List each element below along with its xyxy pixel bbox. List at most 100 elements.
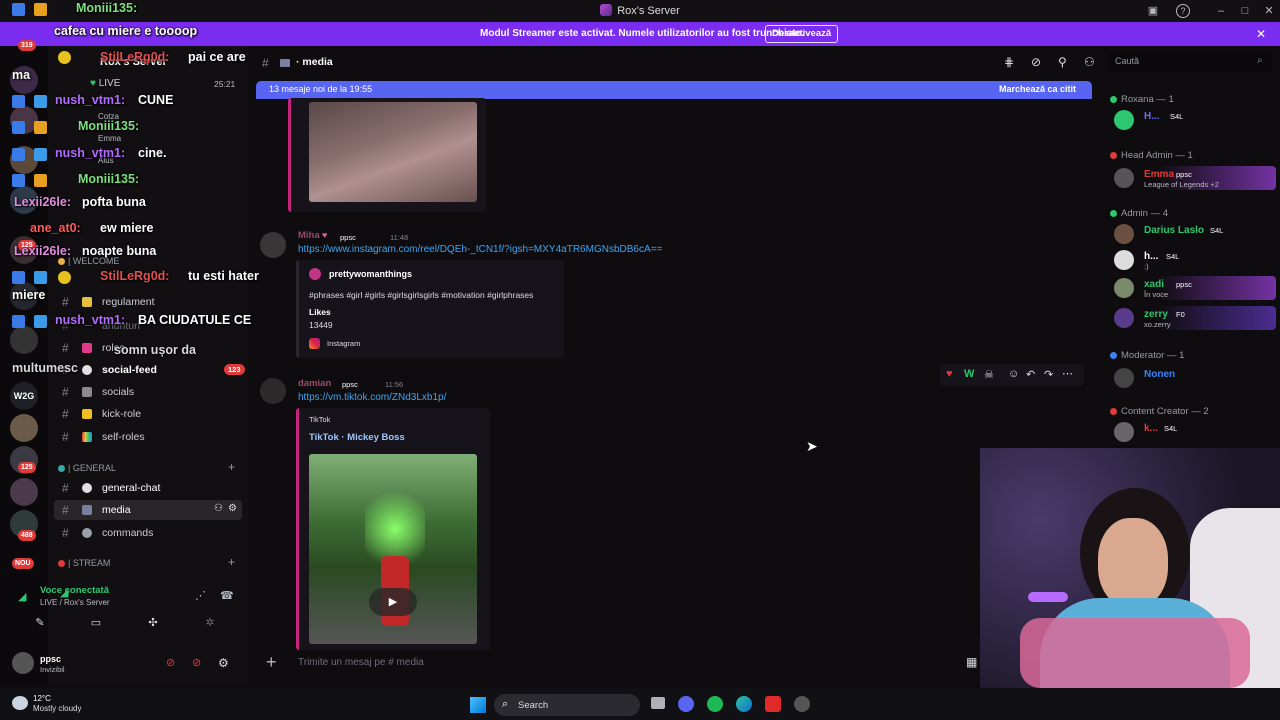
invite-icon[interactable]: ⚇ (214, 503, 223, 514)
skull-reaction-icon[interactable]: ☠ (984, 368, 994, 381)
members-icon[interactable]: ⚇ (1084, 55, 1095, 69)
composer-placeholder[interactable]: Trimite un mesaj pe # media (298, 657, 424, 668)
voice-channel-live[interactable]: ♥ LIVE (90, 78, 120, 89)
add-channel-icon[interactable]: + (228, 460, 235, 474)
hash-icon: # (62, 407, 69, 421)
disconnect-icon[interactable]: ☎ (220, 589, 234, 602)
channel-header: # · media ⋕ ⊘ ⚲ ⚇ (248, 46, 1100, 78)
member-item[interactable]: H... S4L (1106, 108, 1276, 132)
message-composer[interactable]: + Trimite un mesaj pe # media ▦ (258, 650, 990, 676)
channel-regulament[interactable]: # regulament (54, 292, 242, 312)
new-messages-bar[interactable]: 13 mesaje noi de la 19:55 Marchează ca c… (256, 81, 1092, 99)
weather-desc[interactable]: Mostly cloudy (33, 704, 81, 713)
member-tag: S4L (1164, 424, 1178, 433)
app-icon-red[interactable] (765, 696, 781, 712)
obs-icon[interactable] (794, 696, 810, 712)
member-item[interactable]: Emma ppsc League of Legends +2 (1106, 166, 1276, 190)
maximize-icon[interactable]: □ (1238, 4, 1252, 18)
pin-icon[interactable]: ⚲ (1058, 55, 1067, 69)
spotify-icon[interactable] (707, 696, 723, 712)
message-author[interactable]: Miha (298, 230, 320, 241)
start-icon[interactable] (470, 697, 486, 713)
more-icon[interactable]: ⋯ (1062, 367, 1073, 380)
close-window-icon[interactable]: ✕ (1262, 4, 1276, 18)
embed-title[interactable]: TikTok · Mickey Boss (309, 432, 405, 443)
channel-socials[interactable]: # socials (54, 382, 242, 402)
add-reaction-icon[interactable]: ☺ (1008, 368, 1019, 380)
taskbar-search[interactable]: ⌕ Search (494, 694, 640, 716)
user-settings-icon[interactable]: ⚙ (218, 656, 229, 670)
search-input[interactable]: Caută ⌕ (1110, 53, 1272, 71)
gift-icon[interactable]: ▦ (966, 655, 977, 669)
channel-kick-role[interactable]: # kick-role (54, 404, 242, 424)
member-item[interactable]: Darius Laslo S4L (1106, 222, 1276, 246)
disable-streamer-button[interactable]: Dezactivează (765, 25, 839, 43)
add-channel-icon[interactable]: + (228, 555, 235, 569)
server-icon-w2g[interactable]: W2G (10, 382, 38, 410)
channel-social-feed[interactable]: # social-feed 123 (54, 360, 245, 380)
server-icon-8[interactable] (10, 414, 38, 442)
member-group-title: Roxana — 1 (1121, 94, 1174, 105)
channel-general-chat[interactable]: # general-chat (54, 478, 242, 498)
screen-share-icon[interactable]: ▭ (86, 616, 106, 634)
video-thumbnail[interactable]: ▶ (309, 454, 477, 644)
channel-settings-icon[interactable]: ⚙ (228, 503, 237, 514)
crown-badge-icon (34, 3, 47, 16)
webcam-face (1098, 518, 1168, 608)
message-author[interactable]: damian (298, 378, 331, 389)
soundboard-icon[interactable]: ✲ (200, 616, 220, 634)
channel-commands[interactable]: # commands (54, 523, 242, 543)
channel-media[interactable]: # media ⚇ ⚙ (54, 500, 242, 520)
category-stream[interactable]: | STREAM (58, 558, 110, 568)
mute-icon[interactable]: ⊘ (166, 656, 175, 669)
member-item[interactable]: Nonen (1106, 366, 1276, 390)
message-link[interactable]: https://www.instagram.com/reel/DQEh-_tCN… (298, 244, 662, 255)
message-avatar[interactable] (260, 232, 286, 258)
server-icon-10[interactable] (10, 478, 38, 506)
w-reaction-icon[interactable]: W (964, 368, 974, 380)
help-icon[interactable]: ? (1176, 4, 1190, 18)
mark-read-button[interactable]: Marchează ca citit (999, 84, 1076, 94)
camera-off-icon[interactable]: ✎ (30, 616, 50, 634)
play-icon[interactable]: ▶ (369, 588, 417, 616)
category-general[interactable]: | GENERAL (58, 463, 116, 473)
edge-icon[interactable] (736, 696, 752, 712)
member-tag: ppsc (1176, 170, 1192, 179)
minimize-icon[interactable]: – (1214, 4, 1228, 18)
voice-signal-icon: ◢ (18, 591, 27, 603)
threads-icon[interactable]: ⋕ (1004, 55, 1014, 69)
voice-user-2[interactable]: Emma (98, 134, 121, 143)
member-item[interactable]: h... S4L:) (1106, 248, 1276, 272)
notifications-off-icon[interactable]: ⊘ (1031, 55, 1041, 69)
heart-reaction-icon[interactable]: ♥ (946, 368, 953, 380)
member-item[interactable]: zerry F0 xo.zerry (1106, 306, 1276, 330)
voice-status[interactable]: Voce conectată (40, 585, 109, 596)
image-embed-previous (288, 98, 486, 212)
inbox-icon[interactable]: ▣ (1146, 4, 1160, 18)
member-item[interactable]: k... S4L (1106, 420, 1276, 444)
role-dot (1110, 352, 1117, 359)
embed-author[interactable]: prettywomanthings (329, 269, 412, 279)
activities-icon[interactable]: ✣ (143, 616, 163, 634)
embed-image[interactable] (309, 102, 477, 202)
channel-self-roles[interactable]: # self-roles (54, 427, 242, 447)
weather-temp[interactable]: 12°C (33, 694, 51, 703)
discord-icon[interactable] (678, 696, 694, 712)
forward-icon[interactable]: ↷ (1044, 368, 1053, 381)
attach-plus-icon[interactable]: + (266, 652, 277, 673)
member-name: xadi (1144, 279, 1165, 290)
message-avatar[interactable] (260, 378, 286, 404)
member-item[interactable]: xadi ppsc În voce (1106, 276, 1276, 300)
rail-badge-1: 319 (18, 40, 36, 51)
member-tag: F0 (1176, 310, 1185, 319)
close-banner-icon[interactable]: ✕ (1256, 27, 1266, 41)
task-view-icon[interactable] (651, 697, 665, 709)
deafen-icon[interactable]: ⊘ (192, 656, 201, 669)
user-avatar[interactable] (12, 652, 34, 674)
reply-icon[interactable]: ↶ (1026, 368, 1035, 381)
sub-badge-icon (58, 51, 71, 64)
noise-suppression-icon[interactable]: ⋰ (195, 589, 206, 602)
channel-label: media (102, 504, 131, 516)
message-link[interactable]: https://vm.tiktok.com/ZNd3Lxb1p/ (298, 392, 446, 403)
server-icon-7[interactable] (10, 326, 38, 354)
